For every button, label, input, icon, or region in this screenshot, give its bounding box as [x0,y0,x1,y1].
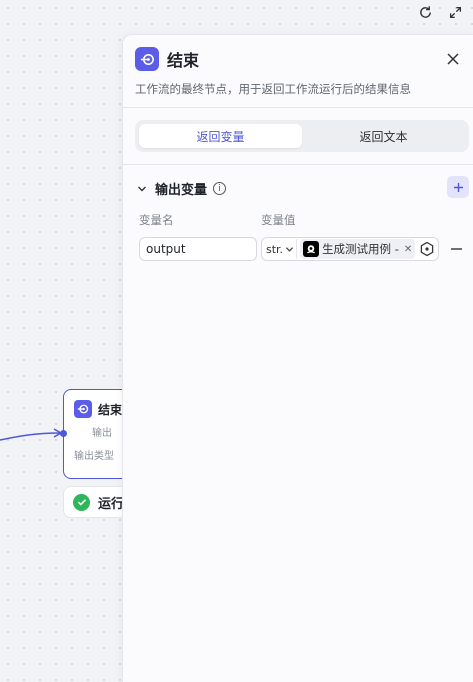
variable-type-select[interactable]: str. [264,239,298,259]
variable-name-input[interactable]: output [139,237,257,261]
add-variable-button[interactable] [447,176,469,198]
close-icon[interactable]: ✕ [404,244,412,255]
node-title: 结束 [98,402,123,417]
output-variables-section: 输出变量 i [123,165,473,198]
end-node-config-panel: 结束 工作流的最终节点，用于返回工作流运行后的结果信息 返回变量 返回文本 输出… [122,34,473,682]
chevron-down-icon [285,246,294,252]
panel-title: 结束 [167,51,200,70]
connection-edge [0,428,63,441]
run-status-text: 运行 [98,496,125,512]
info-icon[interactable]: i [213,182,227,195]
variable-value-field[interactable]: str. 生成测试用例 - ✕ [261,237,439,261]
variable-type-value: str. [266,242,284,256]
plus-icon [453,182,463,192]
return-mode-tabs: 返回变量 返回文本 [135,120,469,152]
llm-logo-icon [303,241,320,257]
variable-reference-text: 生成测试用例 - [322,242,399,256]
expand-icon[interactable] [445,2,465,22]
chevron-down-icon[interactable] [135,182,149,196]
variable-reference-chip[interactable]: 生成测试用例 - ✕ [300,239,416,259]
tab-return-variables[interactable]: 返回变量 [139,124,302,148]
column-value-header: 变量值 [261,213,296,227]
end-node-icon [135,47,159,71]
remove-variable-icon[interactable] [449,242,463,256]
section-title: 输出变量 [155,183,208,198]
tab-return-text[interactable]: 返回文本 [302,124,465,148]
check-circle-icon [73,493,90,511]
variable-columns-header: 变量名 变量值 [123,198,473,228]
refresh-icon[interactable] [415,2,435,22]
panel-description: 工作流的最终节点，用于返回工作流运行后的结果信息 [135,82,411,96]
divider [123,107,473,108]
canvas-toolbar [415,2,465,22]
variable-picker-icon[interactable] [419,241,435,257]
variable-row: output str. 生成测试用例 - ✕ [123,228,473,261]
close-icon[interactable] [443,49,463,69]
end-node-icon [74,400,92,418]
column-name-header: 变量名 [139,213,174,227]
node-input-handle[interactable] [60,430,67,437]
